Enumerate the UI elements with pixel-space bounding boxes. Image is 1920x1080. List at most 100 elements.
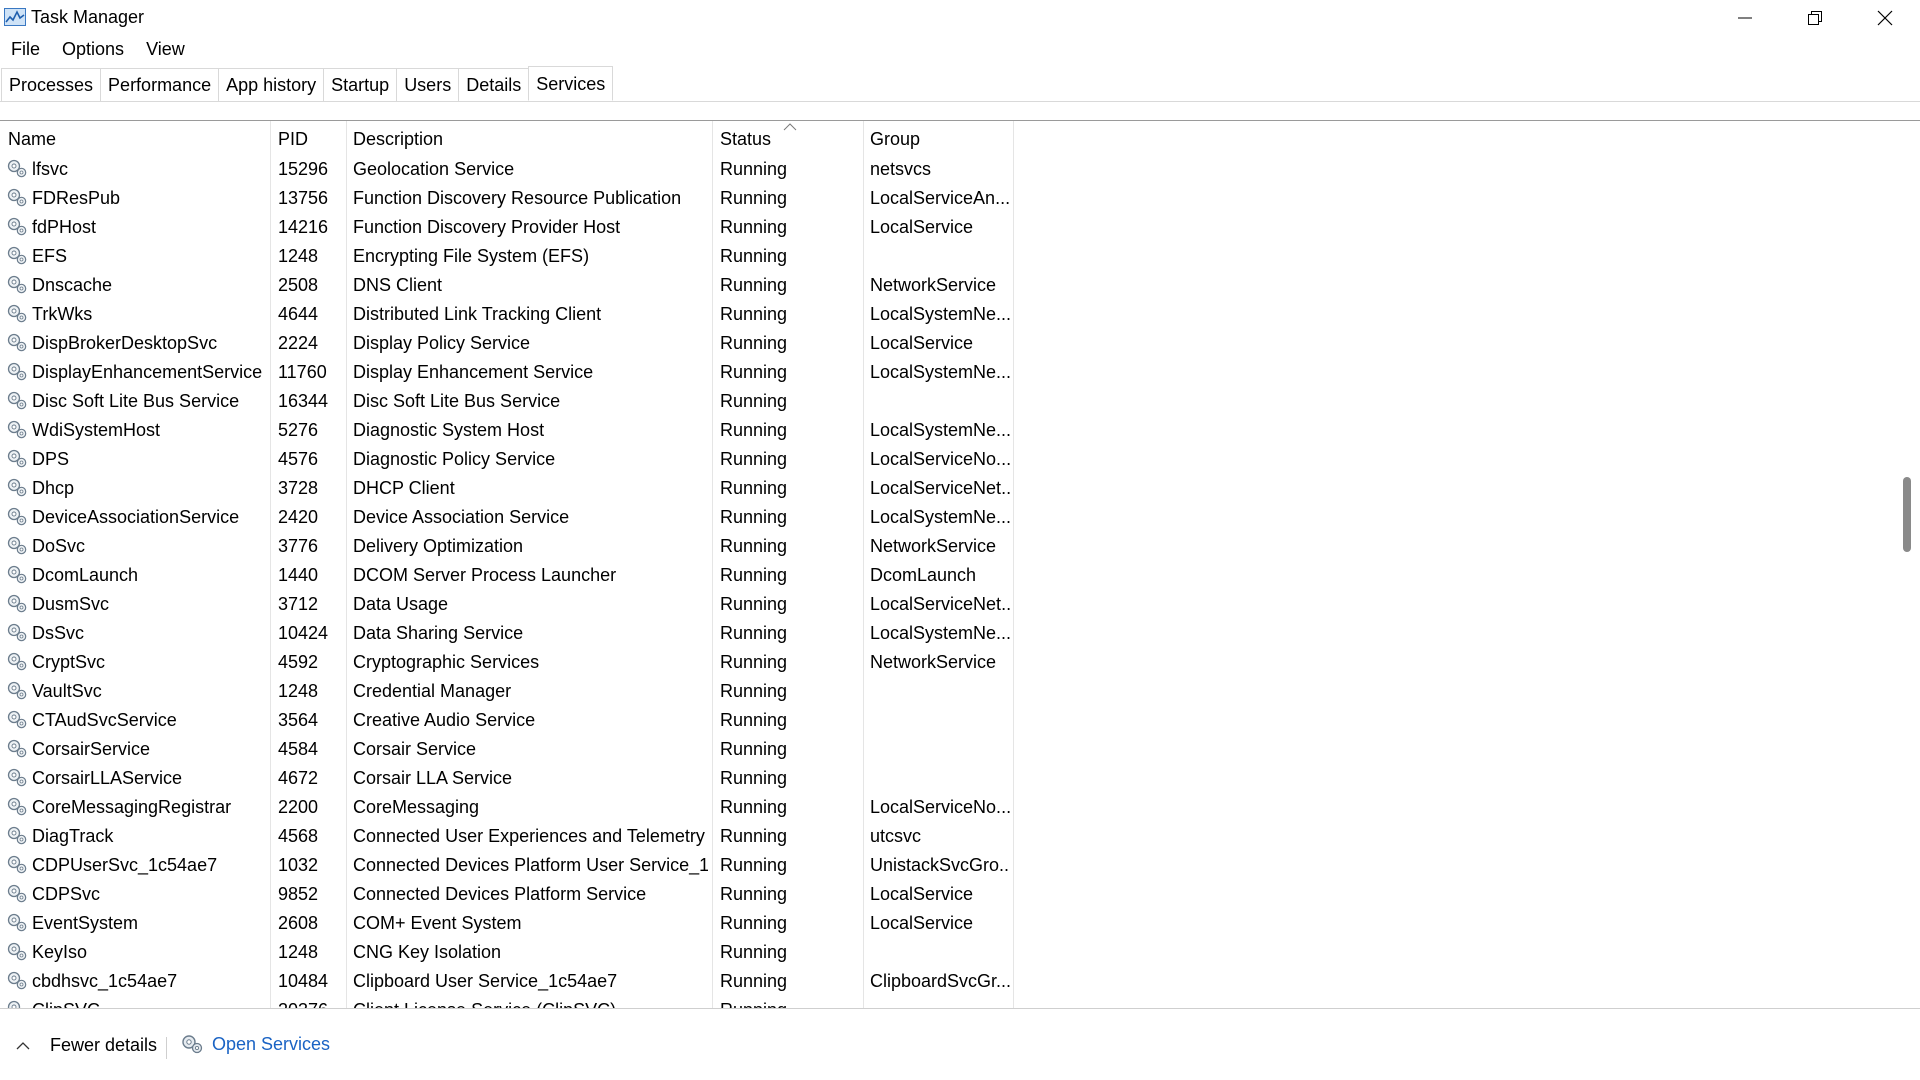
table-row[interactable]: Disc Soft Lite Bus Service 16344 Disc Soft… <box>0 388 1015 417</box>
service-description: Geolocation Service <box>353 159 515 179</box>
table-row[interactable]: lfsvc 15296 Geolocation Service Running nets… <box>0 156 1015 185</box>
footer-separator <box>166 1037 167 1059</box>
service-gear-icon <box>7 826 27 845</box>
service-name: DiagTrack <box>32 826 114 846</box>
service-description: Client License Service (ClipSVC) <box>353 1000 708 1008</box>
service-name: Dnscache <box>32 275 113 295</box>
service-gear-icon <box>7 275 27 294</box>
service-name: WdiSystemHost <box>32 420 161 440</box>
service-name: EventSystem <box>32 913 139 933</box>
service-status: Running <box>720 159 788 179</box>
column-header-pid[interactable]: PID <box>278 129 308 150</box>
service-name: fdPHost <box>32 217 97 237</box>
tab-services[interactable]: Services <box>528 66 614 101</box>
tab-performance[interactable]: Performance <box>100 68 220 101</box>
table-row[interactable]: DispBrokerDesktopSvc 2224 Display Policy S… <box>0 330 1015 359</box>
table-row[interactable]: DeviceAssociationService 2420 Device Assoc… <box>0 504 1015 533</box>
column-header-group[interactable]: Group <box>870 129 920 150</box>
service-description: Corsair LLA Service <box>353 768 513 788</box>
service-group: NetworkService <box>870 652 997 672</box>
table-row[interactable]: CTAudSvcService 3564 Creative Audio Servic… <box>0 707 1015 736</box>
table-row[interactable]: Dhcp 3728 DHCP Client Running LocalServiceNe… <box>0 475 1015 504</box>
column-header-description[interactable]: Description <box>353 129 443 150</box>
restore-button[interactable] <box>1780 0 1850 36</box>
table-row[interactable]: CoreMessagingRegistrar 2200 CoreMessaging R… <box>0 794 1015 823</box>
minimize-button[interactable] <box>1710 0 1780 36</box>
service-group: LocalServiceNo... <box>870 449 1010 469</box>
service-description: Encrypting File System (EFS) <box>353 246 590 266</box>
table-row[interactable]: EFS 1248 Encrypting File System (EFS) Runni… <box>0 243 1015 272</box>
service-description: Display Enhancement Service <box>353 362 594 382</box>
table-row[interactable]: DusmSvc 3712 Data Usage Running LocalService… <box>0 591 1015 620</box>
fewer-details-button[interactable]: Fewer details <box>16 1035 157 1056</box>
table-row[interactable]: KeyIso 1248 CNG Key Isolation Running <box>0 939 1015 968</box>
service-gear-icon <box>7 594 27 613</box>
service-pid: 2508 <box>278 275 319 295</box>
service-name: VaultSvc <box>32 681 102 701</box>
service-gear-icon <box>7 159 27 178</box>
task-manager-icon <box>4 8 26 26</box>
services-table: Name PID Description Status Group lfsvc 1… <box>0 120 1920 1008</box>
table-row[interactable]: WdiSystemHost 5276 Diagnostic System Host R… <box>0 417 1015 446</box>
table-row[interactable]: CorsairLLAService 4672 Corsair LLA Service… <box>0 765 1015 794</box>
table-row[interactable]: Dnscache 2508 DNS Client Running NetworkServ… <box>0 272 1015 301</box>
table-row[interactable]: DisplayEnhancementService 11760 Display En… <box>0 359 1015 388</box>
service-description: Clipboard User Service_1c54ae7 <box>353 971 618 991</box>
table-row[interactable]: FDResPub 13756 Function Discovery Resource… <box>0 185 1015 214</box>
service-group: DcomLaunch <box>870 565 977 585</box>
restore-icon <box>1808 11 1822 25</box>
menu-file[interactable]: File <box>0 36 51 64</box>
service-pid: 15296 <box>278 159 329 179</box>
service-pid: 16344 <box>278 391 329 411</box>
tab-app-history[interactable]: App history <box>218 68 325 101</box>
table-row[interactable]: cbdhsvc_1c54ae7 10484 Clipboard User Servi… <box>0 968 1015 997</box>
table-row[interactable]: VaultSvc 1248 Credential Manager Running <box>0 678 1015 707</box>
table-row[interactable]: EventSystem 2608 COM+ Event System Running L… <box>0 910 1015 939</box>
service-name: CTAudSvcService <box>32 710 177 730</box>
service-pid: 3564 <box>278 710 319 730</box>
table-row[interactable]: ClipSVC 20376 Client License Service (Clip… <box>0 997 1015 1008</box>
open-services-label: Open Services <box>212 1033 331 1054</box>
service-gear-icon <box>7 420 27 439</box>
menu-options[interactable]: Options <box>51 36 135 64</box>
table-row[interactable]: fdPHost 14216 Function Discovery Provider … <box>0 214 1015 243</box>
service-group: LocalSystemNe... <box>870 304 1010 324</box>
service-group: LocalService <box>870 884 974 904</box>
table-row[interactable]: DPS 4576 Diagnostic Policy Service Running L… <box>0 446 1015 475</box>
menu-view[interactable]: View <box>135 36 196 64</box>
chevron-up-icon <box>16 1041 30 1049</box>
table-row[interactable]: CDPUserSvc_1c54ae7 1032 Connected Devices … <box>0 852 1015 881</box>
service-status: Running <box>720 333 788 353</box>
table-row[interactable]: TrkWks 4644 Distributed Link Tracking Clie… <box>0 301 1015 330</box>
table-row[interactable]: DsSvc 10424 Data Sharing Service Running Loc… <box>0 620 1015 649</box>
tab-processes[interactable]: Processes <box>1 68 102 101</box>
column-header-name[interactable]: Name <box>8 129 56 150</box>
service-gear-icon <box>7 971 27 990</box>
table-row[interactable]: CryptSvc 4592 Cryptographic Services Runnin… <box>0 649 1015 678</box>
close-button[interactable] <box>1850 0 1920 36</box>
tab-startup[interactable]: Startup <box>323 68 398 101</box>
service-group: utcsvc <box>870 826 922 846</box>
service-pid: 2224 <box>278 333 319 353</box>
table-row[interactable]: DcomLaunch 1440 DCOM Server Process Launch… <box>0 562 1015 591</box>
service-description: COM+ Event System <box>353 913 522 933</box>
scrollbar-thumb[interactable] <box>1903 477 1911 552</box>
service-status: Running <box>720 449 788 469</box>
service-pid: 5276 <box>278 420 319 440</box>
service-status: Running <box>720 768 788 788</box>
service-gear-icon <box>7 768 27 787</box>
tab-details[interactable]: Details <box>458 68 530 101</box>
table-row[interactable]: CorsairService 4584 Corsair Service Running <box>0 736 1015 765</box>
column-header-status[interactable]: Status <box>720 129 771 150</box>
minimize-icon <box>1738 17 1752 19</box>
service-gear-icon <box>7 449 27 468</box>
table-row[interactable]: CDPSvc 9852 Connected Devices Platform Ser… <box>0 881 1015 910</box>
service-group: LocalServiceNet... <box>870 594 1010 614</box>
table-row[interactable]: DoSvc 3776 Delivery Optimization Running Net… <box>0 533 1015 562</box>
open-services-link[interactable]: Open Services <box>180 1033 330 1055</box>
tab-users[interactable]: Users <box>396 68 460 101</box>
service-name: TrkWks <box>32 304 93 324</box>
table-row[interactable]: DiagTrack 4568 Connected User Experiences … <box>0 823 1015 852</box>
service-status: Running <box>720 797 788 817</box>
tab-strip: Processes Performance App history Startu… <box>0 66 1920 102</box>
